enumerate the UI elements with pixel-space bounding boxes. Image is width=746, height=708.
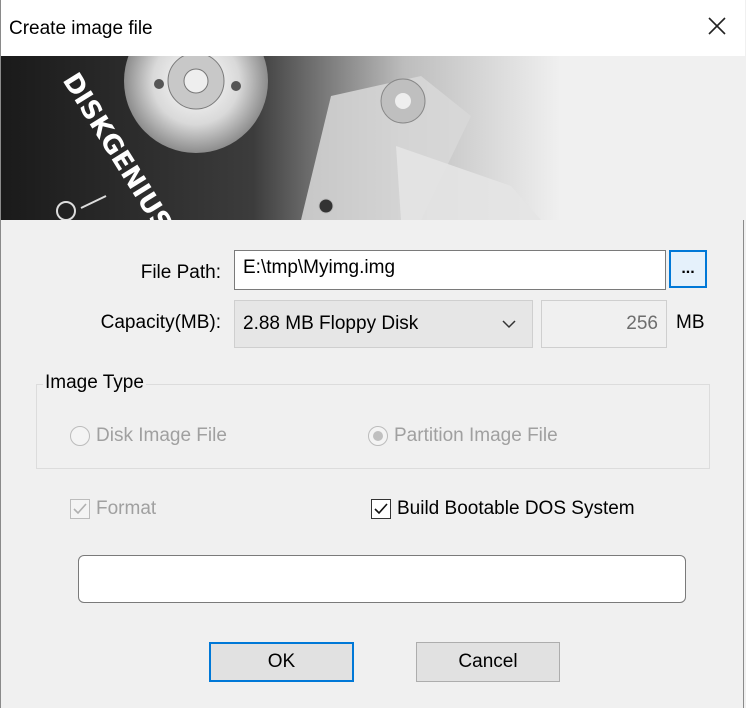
close-button[interactable]	[699, 8, 735, 44]
create-image-dialog: Create image file DISKGENIUS File Path: …	[0, 0, 745, 708]
capacity-unit-label: MB	[676, 312, 705, 333]
radio-circle	[368, 426, 388, 446]
format-checkbox[interactable]: Format	[70, 498, 156, 520]
radio-label: Disk Image File	[96, 425, 227, 446]
capacity-label: Capacity(MB):	[100, 312, 221, 333]
bootable-checkbox-box	[371, 499, 391, 519]
checkmark-icon	[374, 503, 388, 515]
checkmark-icon	[73, 503, 87, 515]
chevron-down-icon	[502, 320, 516, 329]
capacity-select-value: 2.88 MB Floppy Disk	[243, 313, 419, 334]
progress-bar	[78, 555, 686, 603]
banner-image: DISKGENIUS	[1, 56, 745, 220]
dialog-title: Create image file	[9, 18, 153, 39]
bootable-checkbox-label: Build Bootable DOS System	[397, 498, 635, 519]
image-type-title: Image Type	[43, 372, 146, 394]
capacity-size-input[interactable]: 256	[541, 300, 667, 348]
format-checkbox-box	[70, 499, 90, 519]
browse-button[interactable]: ...	[669, 250, 707, 288]
title-bar: Create image file	[1, 0, 745, 56]
format-checkbox-label: Format	[96, 498, 157, 519]
radio-label: Partition Image File	[394, 425, 558, 446]
radio-disk-image-file[interactable]: Disk Image File	[70, 425, 227, 447]
file-path-input[interactable]: E:\tmp\Myimg.img	[234, 250, 666, 290]
cancel-button[interactable]: Cancel	[416, 642, 560, 682]
close-icon	[708, 17, 726, 35]
radio-partition-image-file[interactable]: Partition Image File	[368, 425, 558, 447]
ok-button[interactable]: OK	[209, 642, 354, 682]
bootable-dos-checkbox[interactable]: Build Bootable DOS System	[371, 498, 635, 520]
file-path-label: File Path:	[140, 262, 221, 283]
radio-dot	[373, 431, 383, 441]
radio-circle	[70, 426, 90, 446]
capacity-select[interactable]: 2.88 MB Floppy Disk	[234, 300, 533, 348]
